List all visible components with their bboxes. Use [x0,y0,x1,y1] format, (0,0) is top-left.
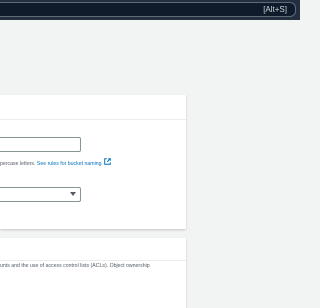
object-ownership-description: unts and the use of access control lists… [0,263,150,269]
general-configuration-panel: percase letters. See rules for bucket na… [0,95,186,229]
bucket-naming-rules-link[interactable]: See rules for bucket naming [37,161,102,167]
aws-region-select[interactable] [0,187,81,202]
panel-header [0,95,186,120]
panel-header [0,238,186,261]
bucket-name-input[interactable] [0,137,81,152]
bucket-name-hint-text: percase letters. [0,160,37,167]
global-search-input[interactable]: [Alt+S] [0,2,296,17]
search-shortcut-hint: [Alt+S] [263,5,287,14]
external-link-icon[interactable] [103,158,111,168]
bucket-name-hint: percase letters. See rules for bucket na… [0,158,180,168]
top-navigation-bar: [Alt+S] [0,0,300,20]
object-ownership-panel: unts and the use of access control lists… [0,238,186,308]
caret-down-icon [70,192,76,196]
